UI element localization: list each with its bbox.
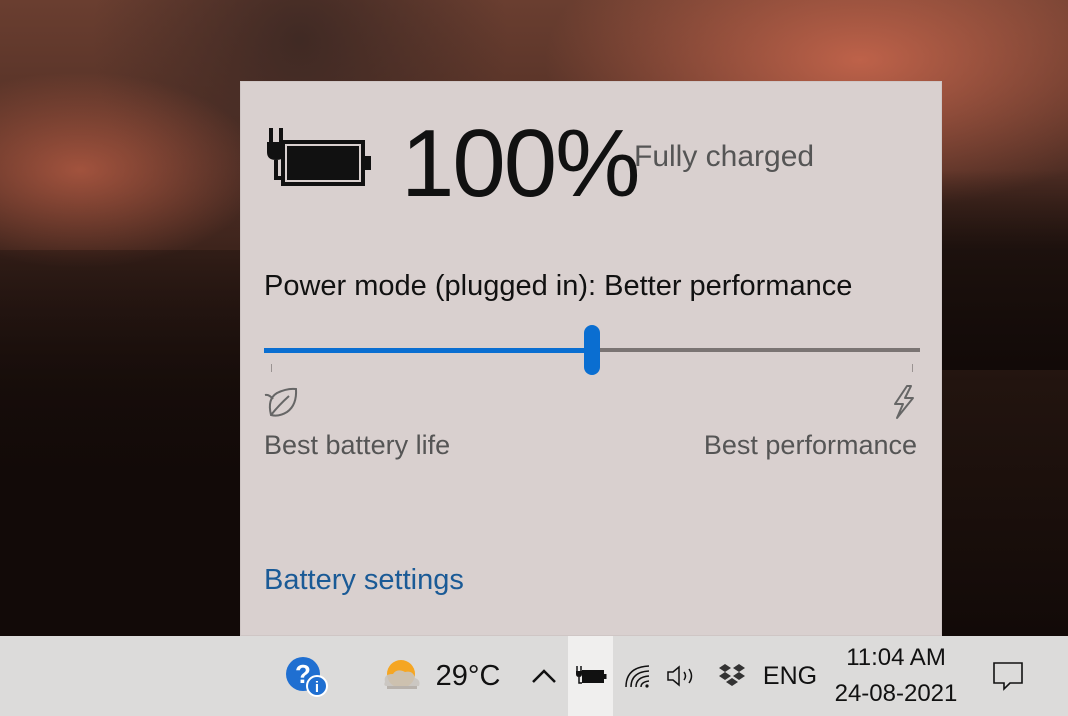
chevron-up-icon[interactable] bbox=[524, 636, 564, 716]
lightning-bolt-icon bbox=[894, 385, 914, 419]
power-mode-slider[interactable] bbox=[264, 324, 920, 376]
best-performance-label: Best performance bbox=[703, 430, 917, 460]
battery-settings-link[interactable]: Battery settings bbox=[264, 564, 464, 597]
language-indicator[interactable]: ENG bbox=[760, 636, 820, 716]
dropbox-icon[interactable] bbox=[712, 636, 752, 716]
slider-track-remaining bbox=[592, 348, 920, 352]
battery-charging-icon bbox=[267, 128, 371, 186]
notification-icon[interactable] bbox=[984, 636, 1032, 716]
wallpaper-trees-left bbox=[0, 250, 240, 636]
clock[interactable]: 11:04 AM 24-08-2021 bbox=[828, 636, 964, 716]
slider-thumb[interactable] bbox=[584, 325, 600, 375]
volume-icon[interactable] bbox=[662, 636, 702, 716]
battery-status: Fully charged bbox=[634, 140, 815, 173]
battery-flyout: 100% Fully charged Power mode (plugged i… bbox=[240, 81, 942, 636]
clock-time: 11:04 AM bbox=[846, 644, 946, 671]
power-mode-label: Power mode (plugged in): Better performa… bbox=[264, 270, 853, 302]
weather-icon[interactable] bbox=[376, 636, 426, 716]
best-battery-life-label: Best battery life bbox=[264, 430, 451, 460]
battery-plug-icon[interactable] bbox=[568, 636, 613, 716]
slider-track-filled bbox=[264, 348, 592, 353]
leaf-icon bbox=[264, 387, 298, 417]
wifi-icon[interactable] bbox=[620, 636, 656, 716]
battery-percent: 100% bbox=[401, 110, 641, 217]
help-icon[interactable]: ? i bbox=[278, 636, 334, 716]
slider-tick-right bbox=[912, 364, 913, 372]
slider-tick-left bbox=[271, 364, 272, 372]
svg-text:i: i bbox=[315, 679, 319, 696]
wallpaper-trees-right bbox=[940, 170, 1068, 370]
temperature-readout[interactable]: 29°C bbox=[432, 636, 504, 716]
clock-date: 24-08-2021 bbox=[834, 680, 958, 707]
taskbar: ? i 29°C ENG 11:04 AM 24-08-2021 bbox=[0, 636, 1068, 716]
